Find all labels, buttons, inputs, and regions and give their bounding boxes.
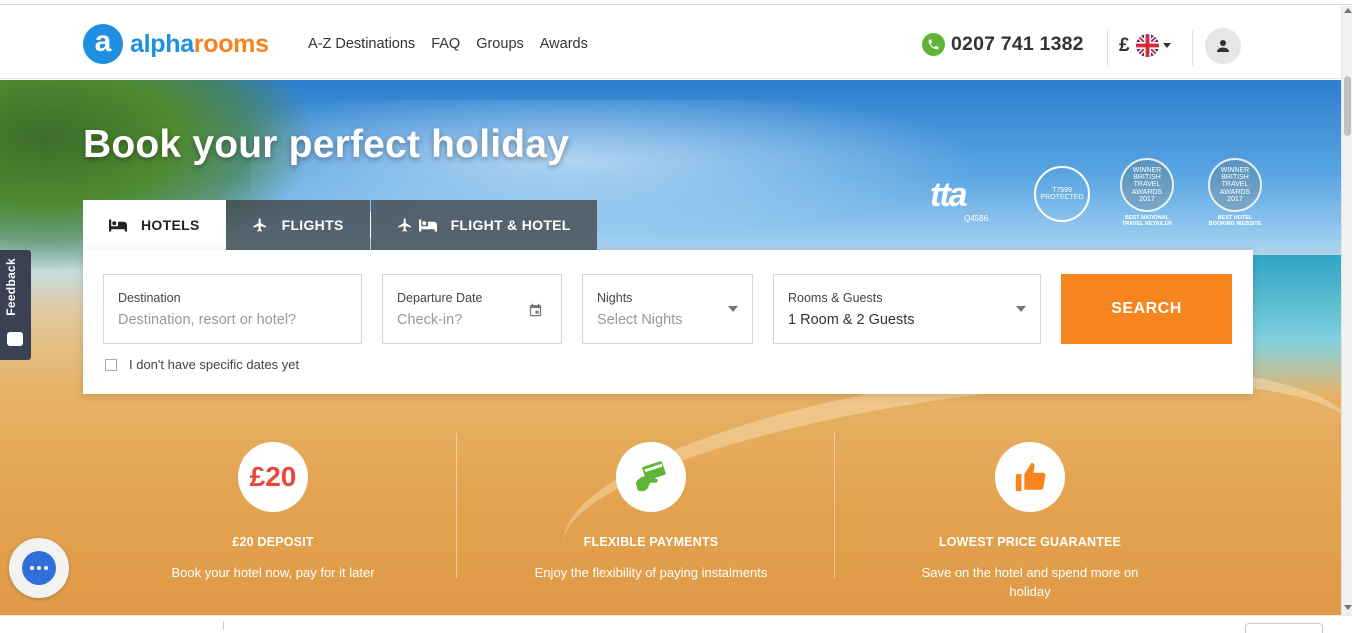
no-dates-checkbox[interactable]: I don't have specific dates yet	[105, 357, 299, 372]
currency-symbol: £	[1119, 34, 1130, 56]
feedback-label: Feedback	[4, 258, 18, 316]
nav-link-az-destinations[interactable]: A-Z Destinations	[308, 36, 415, 52]
feature-flexible-payments: FLEXIBLE PAYMENTS Enjoy the flexibility …	[461, 442, 841, 582]
bed-icon	[109, 219, 127, 232]
vertical-scrollbar[interactable]	[1341, 6, 1352, 616]
award-badge: WINNER BRITISH TRAVEL AWARDS 2017 BEST HO…	[1204, 158, 1266, 230]
alpharooms-logo[interactable]: a alpharooms	[83, 24, 269, 64]
chevron-down-icon	[728, 306, 738, 312]
hero-title: Book your perfect holiday	[83, 123, 570, 166]
trust-badges: tta Q4586 T7599 PROTECTED WINNER BRITISH T…	[928, 158, 1266, 230]
logo-wordmark: alpharooms	[130, 29, 269, 58]
search-panel: Destination Destination, resort or hotel…	[83, 250, 1253, 394]
feature-deposit: £20 £20 DEPOSIT Book your hotel now, pay…	[83, 442, 463, 582]
thumbs-up-icon	[995, 442, 1065, 512]
main-nav: A-Z Destinations FAQ Groups Awards	[308, 36, 588, 52]
account-button[interactable]	[1205, 28, 1241, 64]
tab-hotels[interactable]: HOTELS	[83, 200, 226, 250]
feature-price-guarantee: LOWEST PRICE GUARANTEE Save on the hotel…	[840, 442, 1220, 601]
rooms-guests-value: 1 Room & 2 Guests	[788, 312, 915, 328]
feature-description: Book your hotel now, pay for it later	[171, 565, 375, 580]
feedback-tab[interactable]: Feedback	[0, 250, 31, 360]
nights-label: Nights	[597, 291, 633, 305]
scroll-up-arrow[interactable]	[1344, 8, 1352, 13]
departure-date-input[interactable]: Check-in?	[397, 312, 462, 328]
scroll-down-arrow[interactable]	[1344, 605, 1352, 610]
chat-icon	[22, 551, 56, 585]
nav-link-groups[interactable]: Groups	[476, 36, 524, 52]
tta-badge: tta Q4586	[930, 176, 989, 223]
chat-launcher[interactable]	[9, 538, 69, 598]
feature-title: FLEXIBLE PAYMENTS	[583, 535, 719, 549]
nights-select[interactable]: Nights Select Nights	[582, 274, 753, 344]
departure-date-field[interactable]: Departure Date Check-in?	[382, 274, 562, 344]
rooms-guests-label: Rooms & Guests	[788, 291, 883, 305]
rooms-guests-select[interactable]: Rooms & Guests 1 Room & 2 Guests	[773, 274, 1041, 344]
search-button[interactable]: SEARCH	[1061, 274, 1232, 344]
header-divider	[1107, 30, 1108, 66]
plane-icon	[252, 217, 268, 233]
feature-title: LOWEST PRICE GUARANTEE	[938, 535, 1122, 549]
calendar-icon[interactable]	[528, 302, 543, 323]
no-dates-label: I don't have specific dates yet	[129, 357, 300, 372]
award-badge: WINNER BRITISH TRAVEL AWARDS 2017 BEST NA…	[1116, 158, 1178, 230]
below-fold-strip	[0, 615, 1352, 633]
plane-bed-icon	[397, 217, 437, 233]
partial-element	[1245, 623, 1323, 633]
atol-badge: T7599 PROTECTED	[1034, 166, 1090, 222]
destination-field[interactable]: Destination Destination, resort or hotel…	[103, 274, 362, 344]
feature-divider	[834, 433, 835, 578]
departure-date-label: Departure Date	[397, 291, 483, 305]
user-icon	[1217, 40, 1229, 52]
smiley-icon	[7, 332, 23, 346]
nav-link-awards[interactable]: Awards	[540, 36, 588, 52]
product-tabs: HOTELS FLIGHTS FLIGHT & HOTEL	[83, 200, 597, 250]
chevron-down-icon	[1016, 306, 1026, 312]
currency-selector[interactable]: £	[1119, 34, 1171, 57]
tab-flight-hotel[interactable]: FLIGHT & HOTEL	[370, 200, 597, 250]
browser-top-edge	[0, 0, 1352, 5]
feature-title: £20 DEPOSIT	[232, 535, 314, 549]
destination-input[interactable]: Destination, resort or hotel?	[118, 312, 296, 328]
nav-link-faq[interactable]: FAQ	[431, 36, 460, 52]
phone-contact[interactable]: 0207 741 1382	[922, 33, 1084, 56]
deposit-icon: £20	[238, 442, 308, 512]
nights-value: Select Nights	[597, 312, 683, 328]
phone-icon	[922, 33, 945, 56]
hero-banner: Book your perfect holiday tta Q4586 T759…	[0, 80, 1341, 615]
feature-description: Enjoy the flexibility of paying instalme…	[534, 565, 768, 580]
chevron-down-icon	[1162, 43, 1171, 48]
logo-mark: a	[83, 24, 123, 64]
feature-description: Save on the hotel and spend more on holi…	[921, 565, 1139, 599]
tab-flights[interactable]: FLIGHTS	[225, 200, 370, 250]
phone-number[interactable]: 0207 741 1382	[951, 33, 1084, 56]
uk-flag-icon	[1135, 34, 1159, 57]
card-payment-icon	[616, 442, 686, 512]
header-divider	[1192, 30, 1193, 66]
checkbox-icon[interactable]	[105, 358, 117, 371]
site-header: a alpharooms A-Z Destinations FAQ Groups…	[0, 6, 1341, 79]
scroll-thumb[interactable]	[1344, 76, 1351, 136]
feature-divider	[456, 433, 457, 578]
destination-label: Destination	[118, 291, 181, 305]
